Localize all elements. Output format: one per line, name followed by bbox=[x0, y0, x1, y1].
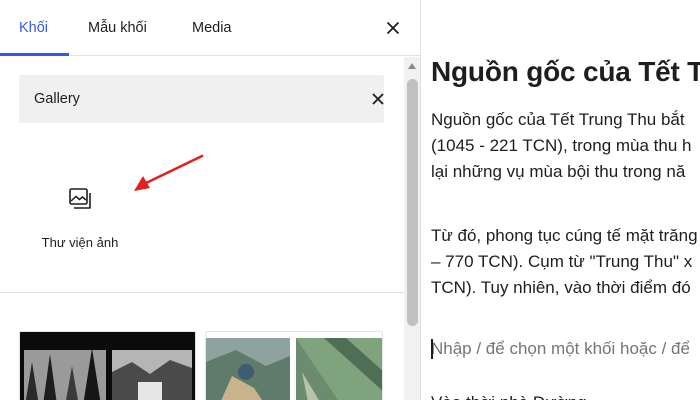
pattern-thumbnail bbox=[206, 332, 382, 400]
paragraph-line: (1045 - 221 TCN), trong mùa thu h bbox=[431, 136, 692, 155]
post-title[interactable]: Nguồn gốc của Tết Trung Thu bbox=[431, 52, 700, 92]
pattern-preview-gallery-bw[interactable] bbox=[19, 331, 196, 400]
paragraph-block[interactable]: Vào thời nhà Đường bbox=[431, 390, 587, 400]
tab-blocks[interactable]: Khối bbox=[19, 0, 48, 56]
paragraph-line: – 770 TCN). Cụm từ "Trung Thu" x bbox=[431, 252, 693, 271]
inserter-tabs: Khối Mẫu khối Media bbox=[0, 0, 420, 56]
paragraph-line: Nguồn gốc của Tết Trung Thu bắt bbox=[431, 110, 685, 129]
block-result-label: Thư viện ảnh bbox=[41, 235, 119, 250]
empty-block-placeholder[interactable]: Nhập / để chọn một khối hoặc / để bbox=[431, 336, 690, 362]
block-search bbox=[19, 75, 384, 123]
annotation-arrow-icon bbox=[134, 154, 204, 191]
block-result-gallery[interactable]: Thư viện ảnh bbox=[22, 166, 138, 258]
pattern-preview-gallery-color[interactable] bbox=[205, 331, 383, 400]
paragraph-block[interactable]: Nguồn gốc của Tết Trung Thu bắt (1045 - … bbox=[431, 107, 692, 185]
active-tab-indicator bbox=[0, 53, 69, 56]
editor-canvas: Nguồn gốc của Tết Trung Thu Nguồn gốc củ… bbox=[422, 0, 700, 400]
paragraph-block[interactable]: Từ đó, phong tục cúng tế mặt trăng – 770… bbox=[431, 223, 698, 301]
paragraph-line: Từ đó, phong tục cúng tế mặt trăng bbox=[431, 226, 698, 245]
close-icon bbox=[372, 93, 384, 105]
scroll-up-arrow-icon[interactable] bbox=[408, 63, 416, 69]
close-icon bbox=[386, 21, 400, 35]
tab-patterns[interactable]: Mẫu khối bbox=[88, 0, 147, 56]
block-search-input[interactable] bbox=[19, 75, 339, 123]
inserter-scrollbar[interactable] bbox=[404, 57, 420, 400]
gallery-icon bbox=[69, 188, 91, 209]
paragraph-line: lại những vụ mùa bội thu trong nă bbox=[431, 162, 686, 181]
section-divider bbox=[0, 292, 404, 293]
close-inserter-button[interactable] bbox=[381, 16, 405, 40]
tab-media[interactable]: Media bbox=[192, 0, 232, 56]
block-inserter-panel: Khối Mẫu khối Media Thư viện ảnh bbox=[0, 0, 421, 400]
scrollbar-thumb[interactable] bbox=[407, 79, 418, 326]
clear-search-button[interactable] bbox=[366, 87, 390, 111]
text-caret bbox=[431, 339, 433, 359]
paragraph-line: TCN). Tuy nhiên, vào thời điểm đó bbox=[431, 278, 691, 297]
pattern-thumbnail bbox=[20, 332, 195, 400]
